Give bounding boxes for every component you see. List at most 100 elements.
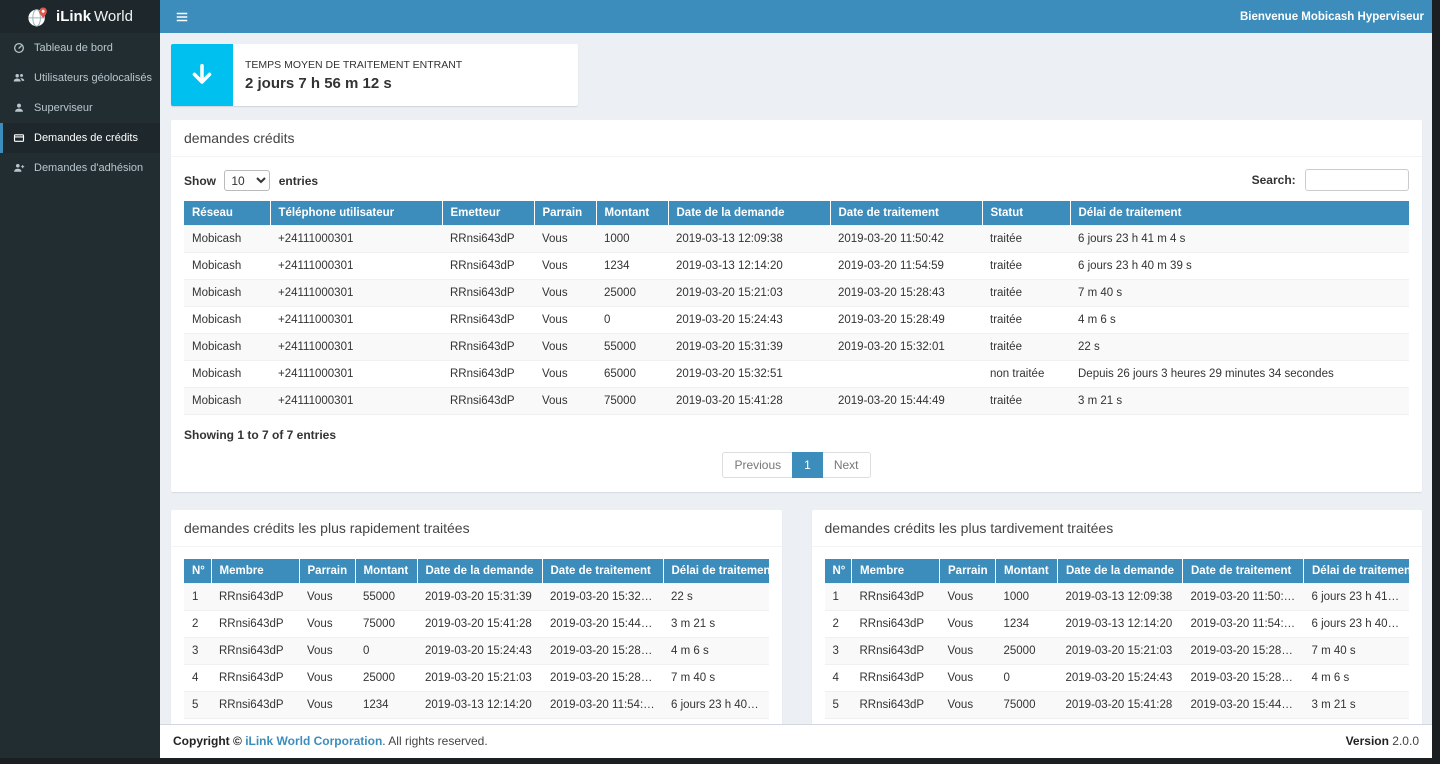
pagination-next-button[interactable]: Next bbox=[822, 452, 871, 478]
vertical-scrollbar[interactable] bbox=[1432, 0, 1440, 764]
column-header: Parrain bbox=[299, 559, 355, 584]
column-header[interactable]: Statut bbox=[982, 201, 1070, 226]
table-header-row: N°MembreParrainMontantDate de la demande… bbox=[184, 559, 769, 584]
table-row: Mobicash+24111000301RRnsi643dPVous650002… bbox=[184, 361, 1409, 388]
table-cell: 5 bbox=[184, 692, 211, 719]
table-cell: Vous bbox=[534, 334, 596, 361]
table-header-row: N°MembreParrainMontantDate de la demande… bbox=[825, 559, 1410, 584]
bottom-panels-row: demandes crédits les plus rapidement tra… bbox=[171, 510, 1422, 724]
brand-logo[interactable]: iLinkWorld bbox=[0, 0, 160, 33]
table-cell: 2019-03-13 12:14:20 bbox=[1058, 611, 1183, 638]
table-cell: 25000 bbox=[355, 665, 417, 692]
table-cell: traitée bbox=[982, 253, 1070, 280]
sidebar-item-label: Demandes d'adhésion bbox=[34, 162, 143, 174]
table-cell: 1 bbox=[825, 584, 852, 611]
table-cell: 1 bbox=[184, 584, 211, 611]
table-cell: 0 bbox=[596, 307, 668, 334]
column-header[interactable]: Délai de traitement bbox=[1070, 201, 1409, 226]
table-cell: 2019-03-20 11:54:59 bbox=[830, 253, 982, 280]
table-cell: 2019-03-20 11:54:59 bbox=[542, 692, 663, 719]
table-cell: RRnsi643dP bbox=[442, 280, 534, 307]
table-row: 4RRnsi643dPVous02019-03-20 15:24:432019-… bbox=[825, 665, 1410, 692]
version-text: Version 2.0.0 bbox=[1346, 734, 1419, 748]
column-header: Délai de traitement bbox=[663, 559, 769, 584]
sidebar-item-demandes-adhesion[interactable]: Demandes d'adhésion bbox=[0, 153, 160, 183]
copyright-bold: Copyright © bbox=[173, 734, 242, 748]
column-header[interactable]: Téléphone utilisateur bbox=[270, 201, 442, 226]
pagination-previous-button[interactable]: Previous bbox=[722, 452, 793, 478]
sidebar-toggle-button[interactable] bbox=[160, 0, 204, 33]
column-header[interactable]: Réseau bbox=[184, 201, 270, 226]
table-cell: 2019-03-20 15:28:49 bbox=[1183, 665, 1304, 692]
entries-label: entries bbox=[279, 174, 318, 188]
table-cell: 4 m 6 s bbox=[1304, 665, 1410, 692]
table-controls: Show 10 entries Search: bbox=[184, 169, 1409, 191]
sidebar-item-superviseur[interactable]: Superviseur bbox=[0, 93, 160, 123]
sidebar-item-label: Superviseur bbox=[34, 102, 93, 114]
footer: Copyright © iLink World Corporation. All… bbox=[160, 724, 1432, 758]
pagination-page-1-button[interactable]: 1 bbox=[792, 452, 823, 478]
sidebar-item-utilisateurs-geolocalises[interactable]: Utilisateurs géolocalisés bbox=[0, 63, 160, 93]
table-cell: RRnsi643dP bbox=[442, 334, 534, 361]
table-cell: Mobicash bbox=[184, 388, 270, 415]
sidebar-item-demandes-de-credits[interactable]: Demandes de crédits bbox=[0, 123, 160, 153]
table-cell: 4 bbox=[184, 665, 211, 692]
table-cell: 2019-03-20 15:28:43 bbox=[542, 665, 663, 692]
infobox-value: 2 jours 7 h 56 m 12 s bbox=[245, 75, 462, 92]
panel-body: N°MembreParrainMontantDate de la demande… bbox=[171, 547, 782, 724]
column-header[interactable]: Date de la demande bbox=[668, 201, 830, 226]
table-cell: 1000 bbox=[596, 226, 668, 253]
column-header[interactable]: Date de traitement bbox=[830, 201, 982, 226]
table-cell: 2019-03-20 15:44:49 bbox=[542, 611, 663, 638]
table-cell: 2019-03-20 15:32:51 bbox=[668, 361, 830, 388]
version-label: Version bbox=[1346, 734, 1389, 748]
version-value: 2.0.0 bbox=[1392, 734, 1419, 748]
table-cell: 2019-03-20 15:31:39 bbox=[417, 584, 542, 611]
column-header[interactable]: Parrain bbox=[534, 201, 596, 226]
sidebar-item-tableau-de-bord[interactable]: Tableau de bord bbox=[0, 33, 160, 63]
table-cell: Vous bbox=[940, 584, 996, 611]
sidebar-item-label: Tableau de bord bbox=[34, 42, 113, 54]
table-row: 3RRnsi643dPVous250002019-03-20 15:21:032… bbox=[825, 638, 1410, 665]
table-cell: Vous bbox=[940, 692, 996, 719]
content-wrapper: TEMPS MOYEN DE TRAITEMENT ENTRANT 2 jour… bbox=[160, 33, 1432, 758]
panel-body: N°MembreParrainMontantDate de la demande… bbox=[812, 547, 1423, 724]
table-cell: 3 m 21 s bbox=[663, 611, 769, 638]
search-input[interactable] bbox=[1305, 169, 1409, 191]
table-cell: Mobicash bbox=[184, 253, 270, 280]
table-cell: 7 m 40 s bbox=[1070, 280, 1409, 307]
table-row: 5RRnsi643dPVous12342019-03-13 12:14:2020… bbox=[184, 692, 769, 719]
infobox-content: TEMPS MOYEN DE TRAITEMENT ENTRANT 2 jour… bbox=[233, 44, 474, 106]
table-cell: RRnsi643dP bbox=[442, 226, 534, 253]
credit-icon bbox=[12, 132, 26, 144]
column-header: Délai de traitement bbox=[1304, 559, 1410, 584]
user-plus-icon bbox=[12, 162, 26, 174]
panel-title: demandes crédits bbox=[171, 120, 1422, 157]
credit-requests-panel: demandes crédits Show 10 entries Search: bbox=[171, 120, 1422, 492]
table-cell: 2 bbox=[825, 611, 852, 638]
horizontal-scrollbar[interactable] bbox=[0, 758, 1440, 764]
table-cell: RRnsi643dP bbox=[442, 361, 534, 388]
table-cell: Mobicash bbox=[184, 280, 270, 307]
table-cell: 1234 bbox=[355, 692, 417, 719]
table-cell: 55000 bbox=[596, 334, 668, 361]
table-cell: 2019-03-20 15:32:01 bbox=[542, 584, 663, 611]
panel-title: demandes crédits les plus tardivement tr… bbox=[812, 510, 1423, 547]
table-cell: Mobicash bbox=[184, 334, 270, 361]
table-cell: 2 bbox=[184, 611, 211, 638]
brand-name-light: World bbox=[94, 8, 133, 25]
table-cell: traitée bbox=[982, 388, 1070, 415]
page-size-select[interactable]: 10 bbox=[224, 170, 270, 191]
column-header[interactable]: Montant bbox=[596, 201, 668, 226]
show-label: Show bbox=[184, 174, 216, 188]
column-header[interactable]: Emetteur bbox=[442, 201, 534, 226]
company-link[interactable]: iLink World Corporation bbox=[245, 734, 382, 748]
table-cell: 6 jours 23 h 40 m 39 s bbox=[663, 692, 769, 719]
table-cell: 2019-03-13 12:14:20 bbox=[668, 253, 830, 280]
table-cell: 2019-03-20 11:54:59 bbox=[1183, 611, 1304, 638]
table-cell: Vous bbox=[534, 280, 596, 307]
table-cell: 2019-03-20 15:21:03 bbox=[417, 665, 542, 692]
table-cell: 2019-03-20 15:41:28 bbox=[417, 611, 542, 638]
table-cell: 2019-03-20 15:31:39 bbox=[668, 334, 830, 361]
table-cell: 75000 bbox=[355, 611, 417, 638]
